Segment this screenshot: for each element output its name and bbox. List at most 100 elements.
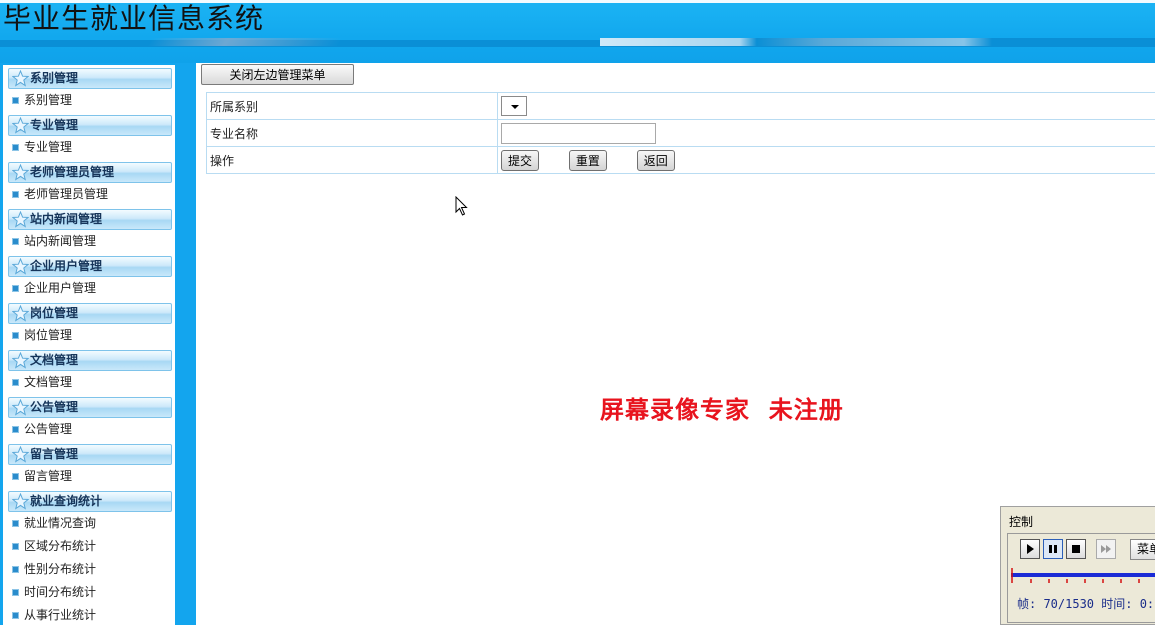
sidebar-item-label: 区域分布统计 (24, 539, 97, 553)
sidebar-item[interactable]: 留言管理 (3, 465, 175, 488)
back-button[interactable]: 返回 (636, 149, 675, 171)
submit-button[interactable]: 提交 (501, 149, 540, 171)
sidebar-item-label: 留言管理 (24, 469, 73, 483)
sidebar-section-title: 就业查询统计 (30, 494, 103, 508)
sidebar-item[interactable]: 系别管理 (3, 89, 175, 112)
recorder-menu-button[interactable]: 菜单 (1130, 539, 1155, 560)
menu-bullet-icon (12, 612, 19, 619)
recorder-control-panel: 控制 菜单 帧: 70/1530 时 (1000, 506, 1155, 625)
sidebar: 系别管理 系别管理 专业管理 专业管理 老师管理员管理 老师管理员管理 站内新闻管理 站内新闻… (0, 63, 196, 625)
star-icon (12, 164, 29, 181)
sidebar-item-label: 系别管理 (24, 93, 73, 107)
menu-bullet-icon (12, 97, 19, 104)
watermark-text: 屏幕录像专家 未注册 (600, 395, 844, 424)
menu-bullet-icon (12, 238, 19, 245)
menu-bullet-icon (12, 379, 19, 386)
stop-button[interactable] (1066, 539, 1086, 559)
sidebar-item-label: 文档管理 (24, 375, 73, 389)
menu-bullet-icon (12, 473, 19, 480)
star-icon (12, 258, 29, 275)
reset-button[interactable]: 重置 (568, 149, 607, 171)
menu-bullet-icon (12, 426, 19, 433)
sidebar-section-title: 企业用户管理 (30, 259, 103, 273)
sidebar-item[interactable]: 区域分布统计 (3, 535, 175, 558)
sidebar-item[interactable]: 性别分布统计 (3, 558, 175, 581)
sidebar-item[interactable]: 从事行业统计 (3, 604, 175, 625)
sidebar-section-header[interactable]: 文档管理 (8, 350, 172, 371)
sidebar-section-header[interactable]: 老师管理员管理 (8, 162, 172, 183)
sidebar-item-label: 性别分布统计 (24, 562, 97, 576)
sidebar-item[interactable]: 岗位管理 (3, 324, 175, 347)
department-select[interactable] (501, 96, 527, 116)
sidebar-item[interactable]: 企业用户管理 (3, 277, 175, 300)
sidebar-section-header[interactable]: 岗位管理 (8, 303, 172, 324)
sidebar-section-title: 系别管理 (30, 71, 79, 85)
menu-bullet-icon (12, 144, 19, 151)
sidebar-item-label: 站内新闻管理 (24, 234, 97, 248)
sidebar-section-header[interactable]: 公告管理 (8, 397, 172, 418)
mouse-cursor-icon (455, 196, 468, 216)
play-button[interactable] (1020, 539, 1040, 559)
major-cell (497, 119, 1155, 147)
department-cell (497, 92, 1155, 120)
star-icon (12, 305, 29, 322)
major-form: 所属系别 专业名称 操作 提交 重置 返回 (206, 92, 1155, 174)
menu-bullet-icon (12, 543, 19, 550)
star-icon (12, 493, 29, 510)
action-cell: 提交 重置 返回 (497, 146, 1155, 174)
action-label: 操作 (206, 146, 498, 174)
sidebar-section-title: 公告管理 (30, 400, 79, 414)
menu-bullet-icon (12, 566, 19, 573)
star-icon (12, 211, 29, 228)
sidebar-section-title: 留言管理 (30, 447, 79, 461)
frame-status: 帧: 70/1530 时间: 0: (1017, 597, 1155, 611)
header-swoosh (147, 38, 343, 46)
pause-icon (1049, 545, 1057, 553)
sidebar-item-label: 企业用户管理 (24, 281, 97, 295)
close-left-menu-button[interactable]: 关闭左边管理菜单 (201, 64, 354, 85)
major-label: 专业名称 (206, 119, 498, 147)
sidebar-item-label: 岗位管理 (24, 328, 73, 342)
sidebar-section-header[interactable]: 站内新闻管理 (8, 209, 172, 230)
sidebar-item[interactable]: 站内新闻管理 (3, 230, 175, 253)
sidebar-section-header[interactable]: 留言管理 (8, 444, 172, 465)
sidebar-item-label: 时间分布统计 (24, 585, 97, 599)
star-icon (12, 446, 29, 463)
sidebar-item[interactable]: 公告管理 (3, 418, 175, 441)
sidebar-item-label: 就业情况查询 (24, 516, 97, 530)
sidebar-item[interactable]: 就业情况查询 (3, 512, 175, 535)
star-icon (12, 117, 29, 134)
sidebar-section-title: 岗位管理 (30, 306, 79, 320)
app-header: 毕业生就业信息系统 (0, 0, 1155, 63)
recorder-title: 控制 (1009, 515, 1034, 529)
sidebar-item[interactable]: 时间分布统计 (3, 581, 175, 604)
department-label: 所属系别 (206, 92, 498, 120)
sidebar-menu: 系别管理 系别管理 专业管理 专业管理 老师管理员管理 老师管理员管理 站内新闻管理 站内新闻… (3, 65, 175, 625)
sidebar-section-header[interactable]: 系别管理 (8, 68, 172, 89)
menu-bullet-icon (12, 520, 19, 527)
sidebar-section-header[interactable]: 企业用户管理 (8, 256, 172, 277)
menu-bullet-icon (12, 589, 19, 596)
sidebar-section-header[interactable]: 就业查询统计 (8, 491, 172, 512)
sidebar-section-header[interactable]: 专业管理 (8, 115, 172, 136)
sidebar-item-label: 老师管理员管理 (24, 187, 109, 201)
sidebar-section-title: 老师管理员管理 (30, 165, 115, 179)
menu-bullet-icon (12, 191, 19, 198)
major-name-input[interactable] (501, 122, 656, 144)
recorder-inner: 菜单 帧: 70/1530 时间: 0: (1007, 533, 1155, 623)
star-icon (12, 399, 29, 416)
sidebar-section-title: 站内新闻管理 (30, 212, 103, 226)
sidebar-section-title: 文档管理 (30, 353, 79, 367)
sidebar-item[interactable]: 老师管理员管理 (3, 183, 175, 206)
form-row-actions: 操作 提交 重置 返回 (206, 146, 1155, 174)
pause-button[interactable] (1043, 539, 1063, 559)
sidebar-item[interactable]: 专业管理 (3, 136, 175, 159)
menu-bullet-icon (12, 332, 19, 339)
playback-track[interactable] (1011, 568, 1155, 584)
sidebar-item-label: 公告管理 (24, 422, 73, 436)
sidebar-section-title: 专业管理 (30, 118, 79, 132)
sidebar-item-label: 从事行业统计 (24, 608, 97, 622)
star-icon (12, 70, 29, 87)
skip-button[interactable] (1096, 539, 1116, 559)
sidebar-item[interactable]: 文档管理 (3, 371, 175, 394)
